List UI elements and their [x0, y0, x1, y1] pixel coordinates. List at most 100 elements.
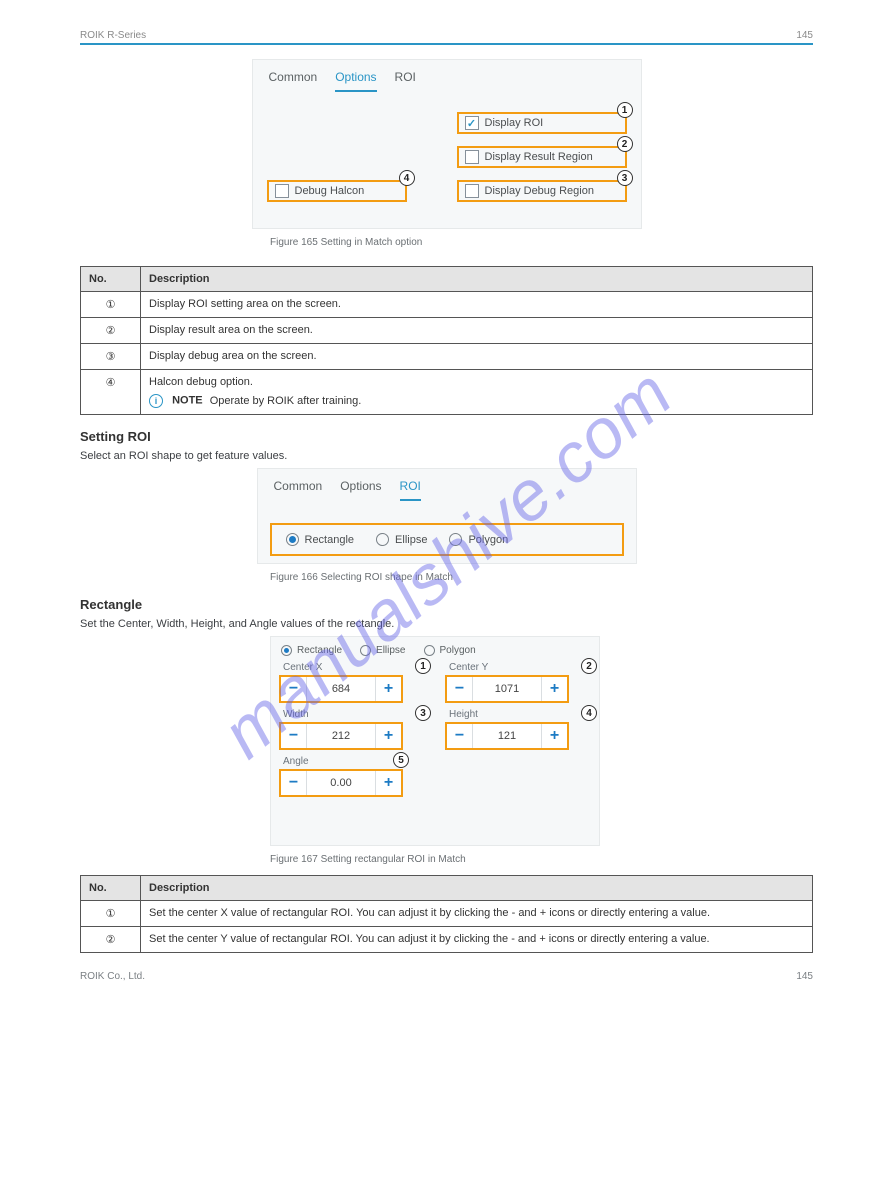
rectangle-description-table: No. Description ① Set the center X value…	[80, 875, 813, 953]
debug-halcon-label: Debug Halcon	[295, 185, 365, 197]
table2-header-desc: Description	[141, 876, 813, 901]
center-y-minus[interactable]: −	[447, 677, 473, 701]
callout-4: 4	[399, 170, 415, 186]
label-polygon-small: Polygon	[440, 645, 476, 656]
radio-rectangle[interactable]	[286, 533, 299, 546]
angle-minus[interactable]: −	[281, 771, 307, 795]
display-result-label: Display Result Region	[485, 151, 593, 163]
tab-common[interactable]: Common	[269, 70, 318, 92]
display-debug-row: Display Debug Region	[457, 180, 627, 202]
center-y-plus[interactable]: +	[541, 677, 567, 701]
header-left: ROIK R-Series	[80, 30, 146, 41]
center-x-stepper[interactable]: − 684 +	[279, 675, 403, 703]
table1-r1-n: ①	[81, 292, 141, 318]
label-center-y: Center Y	[445, 662, 591, 675]
table1-r1-d: Display ROI setting area on the screen.	[141, 292, 813, 318]
table1-r4-d: Halcon debug option. i NOTE Operate by R…	[141, 370, 813, 415]
display-roi-checkbox[interactable]: ✓	[465, 116, 479, 130]
rectangle-intro: Set the Center, Width, Height, and Angle…	[80, 618, 813, 630]
debug-halcon-row: Debug Halcon	[267, 180, 407, 202]
width-value[interactable]: 212	[307, 724, 375, 748]
figure-165-caption: Figure 165 Setting in Match option	[80, 237, 813, 248]
radio-polygon-small[interactable]	[424, 645, 435, 656]
display-debug-checkbox[interactable]	[465, 184, 479, 198]
table2-r2-n: ②	[81, 927, 141, 953]
label-rectangle-small: Rectangle	[297, 645, 342, 656]
display-result-row: Display Result Region	[457, 146, 627, 168]
table1-r2-d: Display result area on the screen.	[141, 318, 813, 344]
shape-radio-row-small: Rectangle Ellipse Polygon	[271, 637, 599, 662]
angle-plus[interactable]: +	[375, 771, 401, 795]
label-ellipse-small: Ellipse	[376, 645, 405, 656]
label-height: Height	[445, 709, 591, 722]
table1-r3-d: Display debug area on the screen.	[141, 344, 813, 370]
figure-166-caption: Figure 166 Selecting ROI shape in Match	[80, 572, 813, 583]
callout-cx: 1	[415, 658, 431, 674]
table1-header-no: No.	[81, 267, 141, 292]
table1-r3-n: ③	[81, 344, 141, 370]
note-label: NOTE	[172, 395, 203, 407]
header-rule	[80, 43, 813, 45]
options-description-table: No. Description ① Display ROI setting ar…	[80, 266, 813, 415]
table1-r4-text: Halcon debug option.	[149, 376, 804, 388]
height-value[interactable]: 121	[473, 724, 541, 748]
callout-w: 3	[415, 705, 431, 721]
tab-options-2[interactable]: Options	[340, 479, 381, 501]
table2-r1-d: Set the center X value of rectangular RO…	[141, 901, 813, 927]
table1-r4-n: ④	[81, 370, 141, 415]
center-x-minus[interactable]: −	[281, 677, 307, 701]
rectangle-title: Rectangle	[80, 597, 813, 612]
setting-roi-intro: Select an ROI shape to get feature value…	[80, 450, 813, 462]
height-stepper[interactable]: − 121 +	[445, 722, 569, 750]
label-rectangle: Rectangle	[305, 534, 355, 546]
label-polygon: Polygon	[468, 534, 508, 546]
tab-roi[interactable]: ROI	[395, 70, 416, 92]
radio-polygon[interactable]	[449, 533, 462, 546]
rectangle-settings-panel: Rectangle Ellipse Polygon Center X − 684…	[270, 636, 600, 846]
display-result-checkbox[interactable]	[465, 150, 479, 164]
angle-stepper[interactable]: − 0.00 +	[279, 769, 403, 797]
tabs-row: Common Options ROI	[253, 60, 641, 92]
center-y-value[interactable]: 1071	[473, 677, 541, 701]
tab-roi-2[interactable]: ROI	[400, 479, 421, 501]
footer-left: ROIK Co., Ltd.	[80, 971, 145, 982]
tab-common-2[interactable]: Common	[274, 479, 323, 501]
radio-ellipse-small[interactable]	[360, 645, 371, 656]
callout-1: 1	[617, 102, 633, 118]
table2-r1-n: ①	[81, 901, 141, 927]
header-right: 145	[796, 30, 813, 41]
footer-right: 145	[796, 971, 813, 982]
radio-rectangle-small[interactable]	[281, 645, 292, 656]
label-angle: Angle	[279, 756, 403, 769]
label-ellipse: Ellipse	[395, 534, 427, 546]
shape-radio-row: Rectangle Ellipse Polygon	[270, 523, 624, 556]
label-center-x: Center X	[279, 662, 425, 675]
display-roi-row: ✓ Display ROI	[457, 112, 627, 134]
note-text: Operate by ROIK after training.	[210, 395, 362, 407]
callout-h: 4	[581, 705, 597, 721]
debug-halcon-checkbox[interactable]	[275, 184, 289, 198]
display-debug-label: Display Debug Region	[485, 185, 594, 197]
figure-167-caption: Figure 167 Setting rectangular ROI in Ma…	[80, 854, 813, 865]
width-plus[interactable]: +	[375, 724, 401, 748]
tab-options[interactable]: Options	[335, 70, 376, 92]
height-plus[interactable]: +	[541, 724, 567, 748]
width-minus[interactable]: −	[281, 724, 307, 748]
callout-cy: 2	[581, 658, 597, 674]
table1-r2-n: ②	[81, 318, 141, 344]
setting-roi-title: Setting ROI	[80, 429, 813, 444]
roi-shape-panel: Common Options ROI Rectangle Ellipse Pol…	[257, 468, 637, 564]
width-stepper[interactable]: − 212 +	[279, 722, 403, 750]
angle-value[interactable]: 0.00	[307, 771, 375, 795]
table2-r2-d: Set the center Y value of rectangular RO…	[141, 927, 813, 953]
radio-ellipse[interactable]	[376, 533, 389, 546]
center-x-value[interactable]: 684	[307, 677, 375, 701]
options-panel: Common Options ROI ✓ Display ROI 1 Displ…	[252, 59, 642, 229]
callout-2: 2	[617, 136, 633, 152]
center-y-stepper[interactable]: − 1071 +	[445, 675, 569, 703]
center-x-plus[interactable]: +	[375, 677, 401, 701]
info-icon: i	[149, 394, 163, 408]
table1-header-desc: Description	[141, 267, 813, 292]
height-minus[interactable]: −	[447, 724, 473, 748]
tabs-row-2: Common Options ROI	[258, 469, 636, 501]
